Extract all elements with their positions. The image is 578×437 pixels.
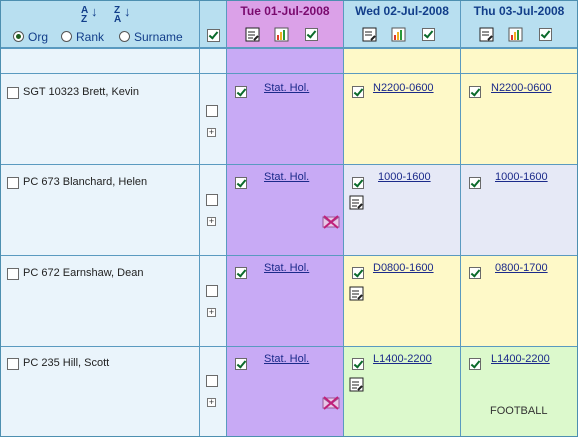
document-icon[interactable] [479,27,494,42]
document-icon[interactable] [349,377,364,392]
shift-link[interactable]: D0800-1600 [373,262,434,274]
shift-link[interactable]: Stat. Hol. [264,171,309,183]
employee-name: PC 672 Earnshaw, Dean [23,267,144,279]
shift-link[interactable]: N2200-0600 [491,82,552,94]
day-header-wed: Wed 02-Jul-2008 [344,1,461,48]
shift-cell: Stat. Hol. [227,256,344,346]
sort-radio-org[interactable] [13,31,24,42]
row-checkbox[interactable] [206,105,218,117]
sort-label-surname: Surname [134,30,183,44]
shift-cell: L1400-2200 [344,347,461,436]
shift-link[interactable]: L1400-2200 [491,353,550,365]
row-checkbox[interactable] [206,375,218,387]
shift-link[interactable]: Stat. Hol. [264,262,309,274]
shift-checkbox[interactable] [352,358,364,370]
shift-note: FOOTBALL [490,405,548,417]
row-divider [1,48,577,49]
expand-icon[interactable]: + [207,398,216,407]
roster-grid: A Z ↓ Z A ↓ Org Rank Surname Tue 01-Jul-2008… [0,0,578,437]
column-divider [343,1,344,436]
sort-za-icon[interactable]: Z A ↓ [114,5,131,25]
shift-checkbox[interactable] [235,358,247,370]
chart-icon[interactable] [508,27,523,42]
day-header-tue: Tue 01-Jul-2008 [227,1,344,48]
expand-icon[interactable]: + [207,217,216,226]
shift-link[interactable]: 0800-1700 [495,262,548,274]
select-all-checkbox[interactable] [207,29,220,42]
shift-cell: Stat. Hol. [227,347,344,436]
no-reply-envelope-icon [322,215,340,229]
sort-radio-surname[interactable] [119,31,130,42]
shift-checkbox[interactable] [352,86,364,98]
spacer-cell [344,49,461,73]
expand-icon[interactable]: + [207,308,216,317]
select-all-header [200,1,227,48]
day-header-thu: Thu 03-Jul-2008 [461,1,577,48]
spacer-cell [227,49,344,73]
employee-checkbox[interactable] [7,358,19,370]
sort-label-rank: Rank [76,30,105,44]
sort-label-org: Org [28,30,49,44]
sort-panel: A Z ↓ Z A ↓ Org Rank Surname [1,1,200,48]
row-divider [1,346,577,347]
no-reply-envelope-icon [322,396,340,410]
chart-icon[interactable] [274,27,289,42]
row-divider [1,255,577,256]
day-title: Wed 02-Jul-2008 [355,4,449,18]
column-divider [460,1,461,436]
shift-cell: 1000-1600 [344,165,461,255]
chart-icon[interactable] [391,27,406,42]
shift-checkbox[interactable] [235,177,247,189]
shift-checkbox[interactable] [352,267,364,279]
shift-link[interactable]: Stat. Hol. [264,353,309,365]
column-divider [199,1,200,436]
day-select-checkbox[interactable] [539,28,552,41]
shift-checkbox[interactable] [235,267,247,279]
document-icon[interactable] [245,27,260,42]
employee-checkbox[interactable] [7,268,19,280]
row-divider [1,73,577,74]
employee-name: SGT 10323 Brett, Kevin [23,86,139,98]
shift-cell: Stat. Hol. [227,74,344,164]
employee-name: PC 235 Hill, Scott [23,357,110,369]
shift-checkbox[interactable] [235,86,247,98]
employee-name: PC 673 Blanchard, Helen [23,176,148,188]
shift-link[interactable]: Stat. Hol. [264,82,309,94]
shift-cell: N2200-0600 [461,74,577,164]
spacer-cell [461,49,577,73]
employee-checkbox[interactable] [7,177,19,189]
row-checkbox[interactable] [206,285,218,297]
shift-link[interactable]: 1000-1600 [495,171,548,183]
day-select-checkbox[interactable] [305,28,318,41]
day-select-checkbox[interactable] [422,28,435,41]
shift-checkbox[interactable] [469,177,481,189]
shift-cell: Stat. Hol. [227,165,344,255]
row-divider [1,164,577,165]
shift-cell: 0800-1700 [461,256,577,346]
day-title: Thu 03-Jul-2008 [473,4,565,18]
sort-az-icon[interactable]: A Z ↓ [81,5,98,25]
employee-checkbox[interactable] [7,87,19,99]
shift-link[interactable]: N2200-0600 [373,82,434,94]
shift-checkbox[interactable] [469,86,481,98]
shift-cell: D0800-1600 [344,256,461,346]
shift-checkbox[interactable] [352,177,364,189]
column-divider [226,1,227,436]
shift-link[interactable]: 1000-1600 [378,171,431,183]
shift-cell: N2200-0600 [344,74,461,164]
shift-checkbox[interactable] [469,267,481,279]
day-title: Tue 01-Jul-2008 [240,4,330,18]
row-checkbox[interactable] [206,194,218,206]
document-icon[interactable] [362,27,377,42]
sort-radio-rank[interactable] [61,31,72,42]
shift-link[interactable]: L1400-2200 [373,353,432,365]
document-icon[interactable] [349,195,364,210]
document-icon[interactable] [349,286,364,301]
expand-icon[interactable]: + [207,128,216,137]
shift-checkbox[interactable] [469,358,481,370]
shift-cell: L1400-2200 FOOTBALL [461,347,577,436]
shift-cell: 1000-1600 [461,165,577,255]
